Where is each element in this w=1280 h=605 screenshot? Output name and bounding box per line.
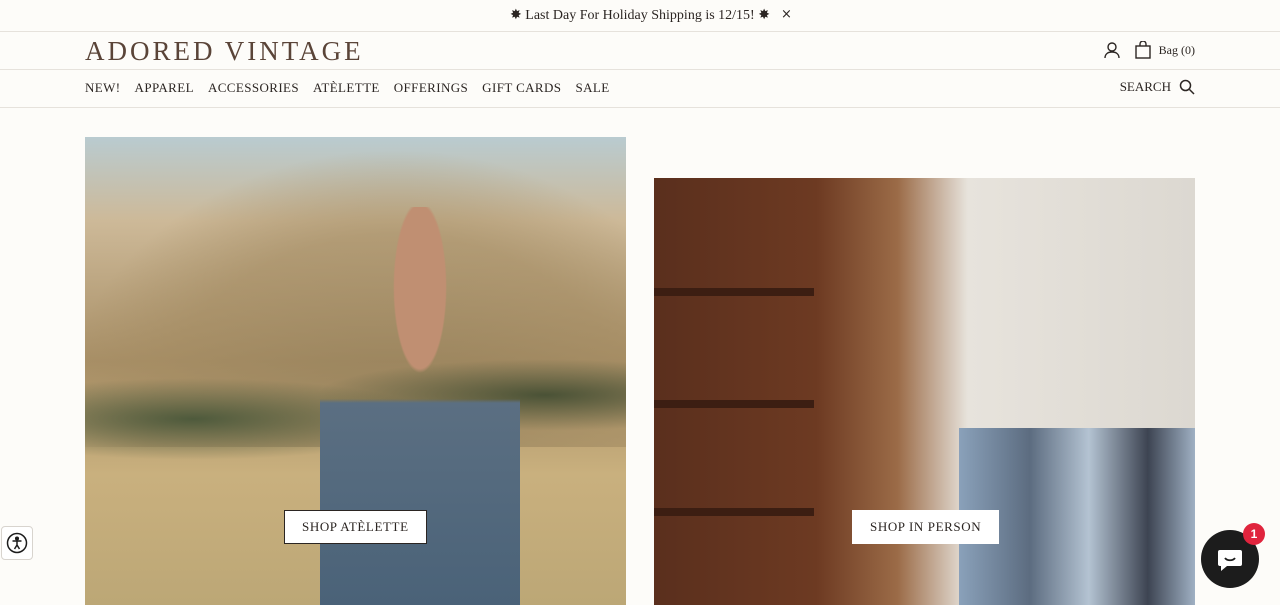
nav-item-offerings[interactable]: OFFERINGS (394, 80, 468, 96)
bag-label: Bag (0) (1158, 42, 1195, 57)
announcement-text: ✸ Last Day For Holiday Shipping is 12/15… (510, 8, 770, 23)
nav-item-accessories[interactable]: ACCESSORIES (208, 80, 299, 96)
account-icon[interactable] (1103, 41, 1121, 59)
shop-in-person-button[interactable]: SHOP IN PERSON (852, 510, 1000, 544)
search-button[interactable]: SEARCH (1120, 79, 1195, 95)
logo[interactable]: ADORED VINTAGE (85, 36, 364, 67)
chat-icon (1216, 546, 1244, 572)
main-nav: NEW! APPAREL ACCESSORIES ATÈLETTE OFFERI… (0, 70, 1280, 108)
close-announcement-button[interactable]: × (781, 7, 792, 22)
nav-item-atelette[interactable]: ATÈLETTE (313, 80, 380, 96)
nav-item-new[interactable]: NEW! (85, 80, 121, 96)
chat-badge: 1 (1243, 523, 1265, 545)
search-label: SEARCH (1119, 79, 1171, 94)
shop-atelette-button[interactable]: SHOP ATÈLETTE (284, 510, 427, 544)
accessibility-button[interactable] (1, 526, 33, 560)
bag-button[interactable]: Bag (0) (1134, 41, 1195, 59)
bag-icon (1134, 41, 1151, 59)
accessibility-icon (6, 532, 28, 554)
search-icon (1179, 79, 1195, 95)
nav-item-sale[interactable]: SALE (575, 80, 609, 96)
announcement-bar: ✸ Last Day For Holiday Shipping is 12/15… (0, 0, 1280, 32)
nav-item-apparel[interactable]: APPAREL (135, 80, 194, 96)
nav-item-gift-cards[interactable]: GIFT CARDS (482, 80, 561, 96)
site-header: ADORED VINTAGE Bag (0) (0, 32, 1280, 70)
